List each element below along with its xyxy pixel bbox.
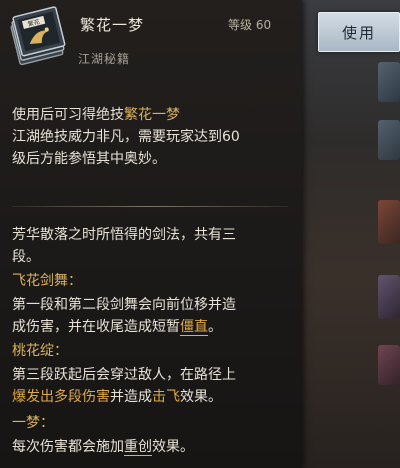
skill-name-highlight: 繁花一梦 — [124, 107, 180, 123]
stun-keyword: 僵直 — [180, 319, 208, 336]
usage-line-2: 江湖绝技威力非凡，需要玩家达到60 — [12, 129, 240, 145]
stage3-title: 一梦： — [12, 415, 54, 431]
stage3-line-1: 每次伤害都会施加重创效果。 — [12, 436, 194, 458]
item-tooltip-panel: 繁花 繁花一梦 等级 60 江湖秘籍 使用后可习得绝技繁花一梦 江湖绝技威力非凡… — [0, 0, 302, 468]
background-slot — [378, 345, 400, 385]
stage2-title: 桃花绽： — [12, 343, 68, 359]
item-name: 繁花一梦 — [80, 16, 145, 34]
background-slot — [378, 200, 400, 244]
martial-arts-book-icon: 繁花 — [4, 4, 70, 66]
item-level: 等级 60 — [228, 18, 272, 32]
item-category: 江湖秘籍 — [78, 52, 131, 66]
knockup-keyword: 击飞 — [152, 389, 180, 405]
usage-text: 使用后可习得绝技 — [12, 107, 124, 123]
stage2-text: 并造成 — [110, 389, 152, 405]
stage1-title: 飞花剑舞： — [12, 273, 82, 289]
stage3-text: 每次伤害都会施加 — [12, 439, 124, 455]
multi-hit-keyword: 爆发出多段伤害 — [12, 389, 110, 405]
stage1-line-2: 成伤害，并在收尾造成短暂僵直。 — [12, 316, 222, 338]
description-intro-1: 芳华散落之时所悟得的剑法，共有三 — [12, 227, 236, 243]
stage1-text-end: 。 — [208, 319, 222, 335]
description-intro-2: 段。 — [12, 249, 40, 265]
background-slot — [378, 275, 400, 319]
divider — [12, 206, 288, 207]
heavy-wound-keyword: 重创 — [124, 439, 152, 456]
usage-line-1: 使用后可习得绝技繁花一梦 — [12, 104, 180, 126]
usage-line-3: 级后方能参悟其中奥妙。 — [12, 151, 166, 167]
use-button[interactable]: 使用 — [318, 12, 400, 52]
stage3-text-end: 效果。 — [152, 439, 194, 455]
stage2-line-2: 爆发出多段伤害并造成击飞效果。 — [12, 386, 222, 408]
stage1-line-1: 第一段和第二段剑舞会向前位移并造 — [12, 297, 236, 313]
stage2-line-1: 第三段跃起后会穿过敌人，在路径上 — [12, 367, 236, 383]
stage1-text: 成伤害，并在收尾造成短暂 — [12, 319, 180, 335]
stage2-text-end: 效果。 — [180, 389, 222, 405]
background-slot — [378, 62, 400, 102]
background-slot — [378, 120, 400, 160]
